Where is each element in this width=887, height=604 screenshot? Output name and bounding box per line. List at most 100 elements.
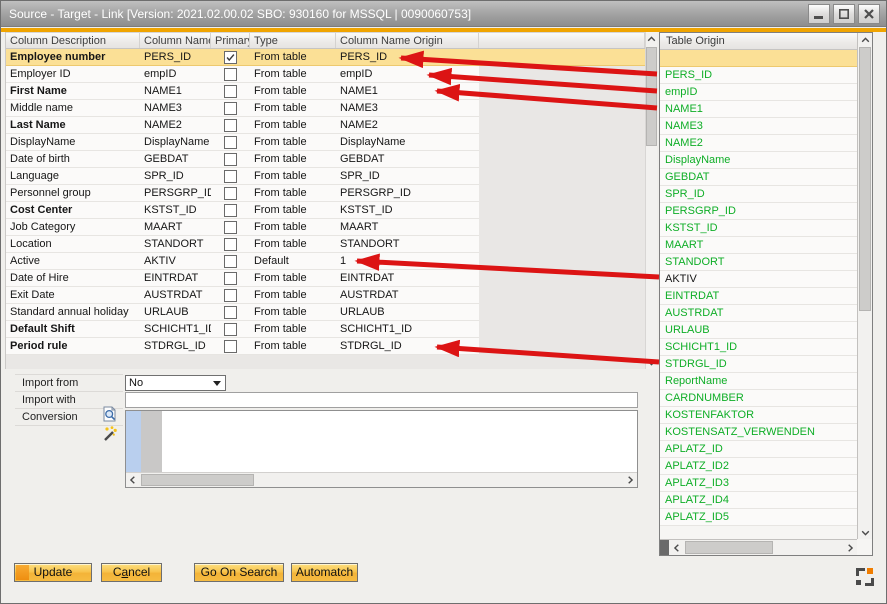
table-row[interactable]: Date of birthGEBDATFrom tableGEBDAT [6, 151, 645, 168]
table-row[interactable]: Exit DateAUSTRDATFrom tableAUSTRDAT [6, 287, 645, 304]
scroll-down-button[interactable] [646, 356, 657, 369]
primary-checkbox[interactable] [224, 51, 237, 64]
scroll-left-button[interactable] [126, 473, 139, 487]
grid-vertical-scrollbar[interactable] [645, 32, 657, 369]
primary-checkbox[interactable] [224, 85, 237, 98]
primary-checkbox[interactable] [224, 221, 237, 234]
primary-checkbox[interactable] [224, 204, 237, 217]
scroll-up-button[interactable] [858, 33, 872, 46]
origin-list-item[interactable]: NAME3 [660, 118, 857, 135]
table-row[interactable]: Employer IDempIDFrom tableempID [6, 66, 645, 83]
table-row[interactable]: Job CategoryMAARTFrom tableMAART [6, 219, 645, 236]
origin-list-item[interactable]: NAME1 [660, 101, 857, 118]
scroll-thumb[interactable] [685, 541, 773, 554]
table-row[interactable]: Standard annual holidayURLAUBFrom tableU… [6, 304, 645, 321]
close-button[interactable] [858, 4, 880, 24]
cell-column-name-origin: NAME3 [336, 100, 479, 117]
import-with-input[interactable] [125, 392, 638, 408]
conversion-wizard-button[interactable] [100, 424, 118, 442]
origin-list-item[interactable]: SCHICHT1_ID [660, 339, 857, 356]
origin-list-item[interactable]: SPR_ID [660, 186, 857, 203]
table-row[interactable]: First NameNAME1From tableNAME1 [6, 83, 645, 100]
import-from-select[interactable]: No [125, 375, 226, 391]
primary-checkbox[interactable] [224, 272, 237, 285]
origin-list-item[interactable]: CARDNUMBER [660, 390, 857, 407]
panel-horizontal-scrollbar[interactable] [660, 539, 857, 555]
maximize-button[interactable] [833, 4, 855, 24]
origin-list-item[interactable]: NAME2 [660, 135, 857, 152]
primary-checkbox[interactable] [224, 136, 237, 149]
origin-list-item[interactable]: PERS_ID [660, 67, 857, 84]
origin-list-item[interactable]: APLATZ_ID2 [660, 458, 857, 475]
primary-checkbox[interactable] [224, 187, 237, 200]
primary-checkbox[interactable] [224, 289, 237, 302]
scroll-down-button[interactable] [858, 526, 872, 539]
origin-list-item[interactable]: KSTST_ID [660, 220, 857, 237]
scroll-thumb[interactable] [141, 474, 254, 486]
go-on-search-button[interactable]: Go On Search [194, 563, 284, 582]
origin-list-item[interactable]: URLAUB [660, 322, 857, 339]
origin-list-item[interactable]: AKTIV [660, 271, 857, 288]
origin-list-item[interactable]: STDRGL_ID [660, 356, 857, 373]
table-row[interactable]: Date of HireEINTRDATFrom tableEINTRDAT [6, 270, 645, 287]
resize-grip[interactable] [856, 568, 874, 586]
cell-column-description: Active [6, 253, 140, 270]
conversion-editor[interactable] [125, 410, 638, 488]
panel-vertical-scrollbar[interactable] [857, 33, 872, 539]
scroll-thumb[interactable] [646, 47, 657, 146]
scroll-left-button[interactable] [669, 540, 683, 555]
origin-list-item[interactable]: ReportName [660, 373, 857, 390]
table-row[interactable]: DisplayNameDisplayNameFrom tableDisplayN… [6, 134, 645, 151]
table-row[interactable]: Cost CenterKSTST_IDFrom tableKSTST_ID [6, 202, 645, 219]
cell-type: From table [250, 117, 336, 134]
origin-list-item[interactable]: KOSTENFAKTOR [660, 407, 857, 424]
origin-list-item[interactable] [660, 50, 857, 67]
primary-checkbox[interactable] [224, 255, 237, 268]
primary-checkbox[interactable] [224, 170, 237, 183]
cell-column-description: Date of Hire [6, 270, 140, 287]
scroll-right-button[interactable] [843, 540, 857, 555]
origin-list-item[interactable]: empID [660, 84, 857, 101]
origin-list-item[interactable]: KOSTENSATZ_VERWENDEN [660, 424, 857, 441]
origin-list-item[interactable]: APLATZ_ID3 [660, 475, 857, 492]
table-row[interactable]: Employee numberPERS_IDFrom tablePERS_ID [6, 49, 645, 66]
table-row[interactable]: Middle nameNAME3From tableNAME3 [6, 100, 645, 117]
cell-filler [479, 100, 645, 117]
scroll-right-button[interactable] [624, 473, 637, 487]
primary-checkbox[interactable] [224, 153, 237, 166]
primary-checkbox[interactable] [224, 306, 237, 319]
table-row[interactable]: Last NameNAME2From tableNAME2 [6, 117, 645, 134]
update-button[interactable]: Update [14, 563, 92, 582]
minimize-button[interactable] [808, 4, 830, 24]
primary-checkbox[interactable] [224, 340, 237, 353]
automatch-button[interactable]: Automatch [291, 563, 358, 582]
origin-list-item[interactable]: APLATZ_ID4 [660, 492, 857, 509]
table-row[interactable]: LanguageSPR_IDFrom tableSPR_ID [6, 168, 645, 185]
origin-list-item[interactable]: APLATZ_ID [660, 441, 857, 458]
origin-list-item[interactable]: MAART [660, 237, 857, 254]
scroll-up-button[interactable] [646, 32, 657, 45]
table-row[interactable]: LocationSTANDORTFrom tableSTANDORT [6, 236, 645, 253]
primary-checkbox[interactable] [224, 102, 237, 115]
primary-checkbox[interactable] [224, 119, 237, 132]
document-magnifier-icon [102, 406, 118, 422]
primary-checkbox[interactable] [224, 323, 237, 336]
cancel-button[interactable]: Cancel [101, 563, 162, 582]
table-row[interactable]: Personnel groupPERSGRP_IDFrom tablePERSG… [6, 185, 645, 202]
origin-list-item[interactable]: AUSTRDAT [660, 305, 857, 322]
preview-conversion-button[interactable] [101, 405, 119, 423]
origin-list-item[interactable]: GEBDAT [660, 169, 857, 186]
origin-list-item[interactable]: PERSGRP_ID [660, 203, 857, 220]
scroll-thumb[interactable] [859, 47, 871, 311]
cell-column-name-origin: MAART [336, 219, 479, 236]
primary-checkbox[interactable] [224, 68, 237, 81]
origin-list-item[interactable]: DisplayName [660, 152, 857, 169]
table-row[interactable]: Period ruleSTDRGL_IDFrom tableSTDRGL_ID [6, 338, 645, 355]
editor-horizontal-scrollbar[interactable] [126, 472, 637, 487]
table-row[interactable]: ActiveAKTIVDefault1 [6, 253, 645, 270]
primary-checkbox[interactable] [224, 238, 237, 251]
origin-list-item[interactable]: EINTRDAT [660, 288, 857, 305]
origin-list-item[interactable]: APLATZ_ID5 [660, 509, 857, 526]
origin-list-item[interactable]: STANDORT [660, 254, 857, 271]
table-row[interactable]: Default ShiftSCHICHT1_IDFrom tableSCHICH… [6, 321, 645, 338]
